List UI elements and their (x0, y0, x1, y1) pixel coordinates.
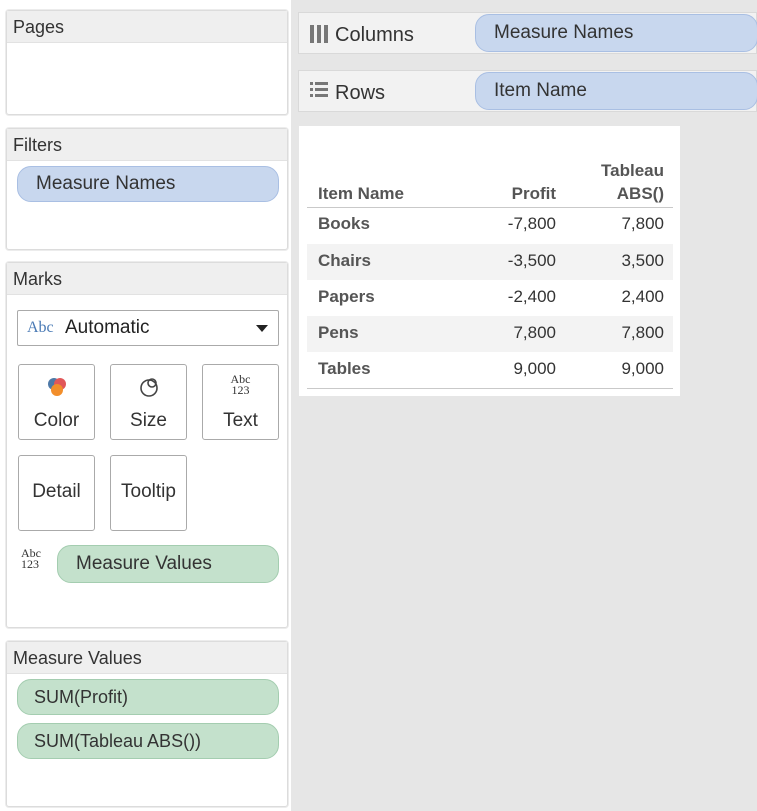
tooltip-label: Tooltip (121, 481, 176, 502)
row-band (307, 316, 673, 352)
row-abs: 3,500 (621, 251, 664, 270)
abc-123-icon: Abc 123 (21, 547, 41, 571)
text-icon-bottom: 123 (231, 383, 250, 397)
rows-pill-item-name[interactable]: Item Name (475, 72, 757, 110)
abc-icon: Abc (27, 319, 54, 336)
size-button[interactable]: Size (110, 364, 187, 440)
measure-value-item[interactable]: SUM(Tableau ABS()) (17, 723, 279, 759)
field-icon-bottom: 123 (21, 557, 39, 571)
footer-divider (307, 388, 673, 389)
detail-button[interactable]: Detail (18, 455, 95, 531)
measure-value-label: SUM(Profit) (34, 686, 128, 707)
row-item-name: Papers (318, 287, 375, 306)
row-profit: 9,000 (513, 359, 556, 378)
measure-values-shelf[interactable]: Measure Values SUM(Profit) SUM(Tableau A… (6, 641, 288, 807)
row-item-name: Chairs (318, 251, 371, 270)
columns-pill-label: Measure Names (494, 22, 634, 43)
row-item-name: Pens (318, 323, 359, 342)
filters-shelf[interactable]: Filters Measure Names (6, 128, 288, 250)
columns-pill-measure-names[interactable]: Measure Names (475, 14, 757, 52)
text-label: Text (223, 410, 258, 431)
measure-value-item[interactable]: SUM(Profit) (17, 679, 279, 715)
text-table: Item Name Profit Tableau ABS() Books -7,… (299, 126, 680, 396)
measure-value-label: SUM(Tableau ABS()) (34, 730, 202, 751)
filter-pill-label: Measure Names (36, 173, 176, 194)
columns-icon (310, 25, 328, 43)
row-abs: 7,800 (621, 323, 664, 342)
size-icon (140, 378, 158, 397)
row-profit: -2,400 (507, 287, 556, 306)
pages-shelf[interactable]: Pages (6, 10, 288, 115)
size-label: Size (130, 410, 167, 431)
rows-icon (310, 82, 328, 97)
chevron-down-icon (256, 325, 268, 332)
columns-shelf[interactable]: Columns Measure Names (298, 12, 757, 54)
tooltip-button[interactable]: Tooltip (110, 455, 187, 531)
color-icon (48, 378, 66, 396)
marks-measure-values-pill[interactable]: Measure Values (57, 545, 279, 583)
header-tableau-abs-line2: ABS() (616, 184, 664, 203)
text-icon: Abc 123 (203, 373, 278, 397)
color-button[interactable]: Color (18, 364, 95, 440)
row-profit: -3,500 (507, 251, 556, 270)
row-item-name: Books (318, 214, 370, 233)
text-button[interactable]: Abc 123 Text (202, 364, 279, 440)
marks-measure-values-label: Measure Values (76, 553, 212, 574)
filter-pill-measure-names[interactable]: Measure Names (17, 166, 279, 202)
row-abs: 9,000 (621, 359, 664, 378)
header-tableau-abs-line1: Tableau (601, 161, 664, 180)
view-canvas (291, 0, 757, 811)
marks-title: Marks (7, 263, 287, 295)
header-item-name: Item Name (318, 184, 404, 203)
rows-pill-label: Item Name (494, 80, 587, 101)
marks-card: Marks Abc Automatic Color Size Abc 123 T… (6, 262, 288, 628)
pages-title: Pages (7, 11, 287, 43)
mark-type-dropdown[interactable]: Abc Automatic (17, 310, 279, 346)
measure-values-title: Measure Values (7, 642, 287, 674)
row-abs: 2,400 (621, 287, 664, 306)
color-label: Color (33, 410, 80, 431)
filters-title: Filters (7, 129, 287, 161)
header-divider (307, 207, 673, 208)
rows-label: Rows (335, 82, 386, 104)
row-abs: 7,800 (621, 214, 664, 233)
row-profit: -7,800 (507, 214, 556, 233)
row-profit: 7,800 (513, 323, 556, 342)
columns-label: Columns (335, 24, 414, 46)
row-item-name: Tables (318, 359, 371, 378)
detail-label: Detail (32, 481, 81, 502)
header-profit: Profit (511, 184, 556, 203)
mark-type-label: Automatic (65, 317, 150, 338)
rows-shelf[interactable]: Rows Item Name (298, 70, 757, 112)
